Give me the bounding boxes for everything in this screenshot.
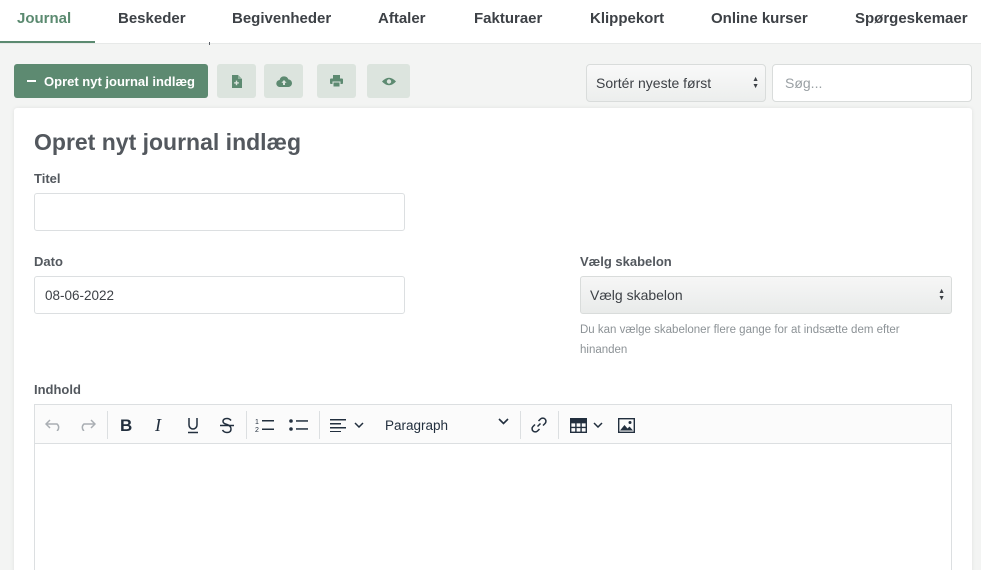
underline-icon <box>188 417 198 433</box>
tab-begivenheder[interactable]: Begivenheder <box>232 10 331 27</box>
minus-icon <box>27 80 37 82</box>
chevron-down-icon <box>498 418 509 425</box>
create-journal-entry-button[interactable]: Opret nyt journal indlæg <box>14 64 208 98</box>
editor-toolbar: B I 12 Paragraph <box>35 405 951 444</box>
date-label: Dato <box>34 254 63 269</box>
svg-text:2: 2 <box>255 427 259 433</box>
export-file-button[interactable] <box>217 64 256 98</box>
toolbar-separator <box>520 411 521 439</box>
redo-button[interactable] <box>74 412 100 438</box>
title-input[interactable] <box>34 193 405 231</box>
create-journal-entry-label: Opret nyt journal indlæg <box>44 73 195 89</box>
eye-icon <box>381 77 396 85</box>
table-dropdown[interactable] <box>565 412 607 438</box>
undo-button[interactable] <box>41 412 67 438</box>
search-input[interactable] <box>772 64 972 102</box>
template-select-value: Vælg skabelon <box>590 287 683 303</box>
table-icon <box>569 417 587 433</box>
insert-link-button[interactable] <box>526 412 552 438</box>
sort-select[interactable]: Sortér nyeste først ▲ ▼ <box>586 64 766 102</box>
tab-journal[interactable]: Journal <box>17 10 71 27</box>
select-arrows-icon: ▲ ▼ <box>938 288 945 302</box>
italic-icon: I <box>154 417 162 433</box>
select-arrows-icon: ▲ ▼ <box>752 76 759 90</box>
form-heading: Opret nyt journal indlæg <box>34 129 302 155</box>
print-button[interactable] <box>317 64 356 98</box>
tab-online-kurser[interactable]: Online kurser <box>711 10 808 27</box>
block-format-dropdown[interactable]: Paragraph <box>385 412 515 438</box>
journal-entry-form: Opret nyt journal indlæg Titel Dato Vælg… <box>14 108 972 570</box>
rich-text-editor: B I 12 Paragraph <box>34 404 952 570</box>
svg-text:1: 1 <box>255 419 259 426</box>
cloud-upload-icon <box>275 75 292 87</box>
svg-text:B: B <box>120 417 132 433</box>
tab-fakturaer[interactable]: Fakturaer <box>474 10 542 27</box>
tab-spoergeskemaer[interactable]: Spørgeskemaer <box>855 10 968 27</box>
numbered-list-icon: 12 <box>255 419 274 433</box>
tab-klippekort[interactable]: Klippekort <box>590 10 664 27</box>
tab-aftaler[interactable]: Aftaler <box>378 10 426 27</box>
redo-icon <box>81 419 96 431</box>
align-dropdown[interactable] <box>325 412 369 438</box>
toolbar-separator <box>558 411 559 439</box>
strikethrough-icon <box>220 417 234 433</box>
chevron-down-icon <box>592 422 603 428</box>
upload-button[interactable] <box>264 64 303 98</box>
content-label: Indhold <box>34 382 81 397</box>
image-icon <box>617 417 635 433</box>
bold-icon: B <box>120 417 132 433</box>
date-input[interactable] <box>34 276 405 314</box>
chevron-down-icon <box>354 422 364 428</box>
editor-content-area[interactable] <box>35 444 951 570</box>
bullet-list-icon <box>289 419 308 431</box>
toolbar-separator <box>107 411 108 439</box>
template-label: Vælg skabelon <box>580 254 672 269</box>
bullet-list-button[interactable] <box>286 412 312 438</box>
insert-image-button[interactable] <box>613 412 639 438</box>
undo-icon <box>45 419 60 431</box>
toolbar-separator <box>246 411 247 439</box>
template-select[interactable]: Vælg skabelon ▲ ▼ <box>580 276 952 314</box>
link-icon <box>531 417 547 433</box>
tab-divider <box>209 42 210 45</box>
tab-beskeder[interactable]: Beskeder <box>118 10 186 27</box>
top-tab-bar: Journal Beskeder Begivenheder Aftaler Fa… <box>0 0 981 45</box>
toolbar-separator <box>319 411 320 439</box>
numbered-list-button[interactable]: 12 <box>252 412 278 438</box>
align-left-icon <box>330 419 346 432</box>
active-tab-indicator <box>0 41 95 43</box>
italic-button[interactable]: I <box>146 412 172 438</box>
file-export-icon <box>232 74 242 88</box>
template-hint: Du kan vælge skabeloner flere gange for … <box>580 324 900 356</box>
strikethrough-button[interactable] <box>214 412 240 438</box>
svg-text:I: I <box>154 417 162 433</box>
title-label: Titel <box>34 171 61 186</box>
print-icon <box>330 75 343 87</box>
bold-button[interactable]: B <box>113 412 139 438</box>
preview-button[interactable] <box>367 64 410 98</box>
block-format-value: Paragraph <box>385 417 449 433</box>
sort-select-value: Sortér nyeste først <box>596 75 712 91</box>
underline-button[interactable] <box>180 412 206 438</box>
